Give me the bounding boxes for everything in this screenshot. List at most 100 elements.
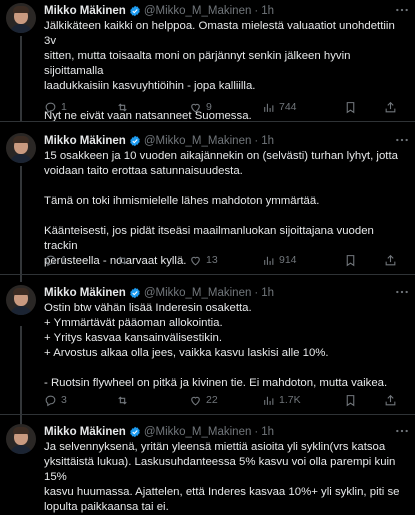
- reply-icon: [45, 102, 56, 113]
- views-icon: [264, 396, 274, 405]
- reply-count: 1: [61, 254, 67, 266]
- tweet-line: sitten, mutta toisaalta moni on pärjänny…: [44, 50, 351, 77]
- tweet-header: Mikko Mäkinen @Mikko_M_Makinen · 1h: [44, 3, 409, 19]
- tweet-divider: [0, 121, 415, 122]
- reply-button[interactable]: 1: [44, 101, 67, 114]
- bookmark-button[interactable]: [344, 254, 357, 267]
- tweet-header: Mikko Mäkinen @Mikko_M_Makinen · 1h: [44, 424, 409, 440]
- views-button[interactable]: 914: [262, 254, 297, 267]
- view-count: 744: [279, 101, 297, 113]
- tweet-actions: 1 9 744: [44, 100, 404, 114]
- more-icon[interactable]: [395, 287, 409, 297]
- tweet-line: Ostin btw vähän lisää Inderesin osaketta…: [44, 302, 252, 314]
- author-name[interactable]: Mikko Mäkinen: [44, 135, 126, 147]
- more-icon[interactable]: [395, 426, 409, 436]
- verified-badge-icon: [130, 5, 140, 17]
- views-button[interactable]: 1.7K: [262, 394, 301, 407]
- view-count: 914: [279, 254, 297, 266]
- avatar[interactable]: [6, 3, 36, 33]
- like-count: 9: [206, 101, 212, 113]
- share-button[interactable]: [384, 254, 397, 267]
- avatar[interactable]: [6, 285, 36, 315]
- author-name[interactable]: Mikko Mäkinen: [44, 287, 126, 299]
- separator-dot: ·: [254, 287, 259, 299]
- bookmark-icon: [346, 101, 355, 113]
- reply-count: 3: [61, 394, 67, 406]
- tweet-line-blank: [44, 361, 409, 376]
- tweet-line: voidaan taito erottaa satunnaisuudesta.: [44, 165, 243, 177]
- author-name[interactable]: Mikko Mäkinen: [44, 426, 126, 438]
- reply-button[interactable]: 1: [44, 254, 67, 267]
- thread-line: [20, 166, 22, 282]
- bookmark-button[interactable]: [344, 101, 357, 114]
- like-icon: [191, 103, 200, 112]
- author-handle[interactable]: @Mikko_M_Makinen: [144, 5, 252, 17]
- reply-count: 1: [61, 101, 67, 113]
- views-icon: [264, 103, 274, 112]
- tweet-line: - Ruotsin flywheel on pitkä ja kivinen t…: [44, 377, 388, 389]
- share-icon: [385, 394, 396, 405]
- tweet-line: Ja selvennyksenä, yritän yleensä miettiä…: [44, 441, 386, 453]
- timestamp[interactable]: 1h: [261, 5, 274, 17]
- tweet-line: laadukkaisiin kasvuyhtiöihin - jopa kall…: [44, 80, 256, 92]
- bookmark-button[interactable]: [344, 394, 357, 407]
- tweet-line: kasvu huumassa. Ajattelen, että Inderes …: [44, 486, 400, 498]
- more-icon[interactable]: [395, 5, 409, 15]
- author-handle[interactable]: @Mikko_M_Makinen: [144, 135, 252, 147]
- avatar[interactable]: [6, 133, 36, 163]
- views-button[interactable]: 744: [262, 101, 297, 114]
- retweet-button[interactable]: [116, 254, 129, 267]
- retweet-button[interactable]: [116, 394, 129, 407]
- share-button[interactable]: [384, 101, 397, 114]
- author-handle[interactable]: @Mikko_M_Makinen: [144, 287, 252, 299]
- reply-button[interactable]: 3: [44, 394, 67, 407]
- verified-badge-icon: [130, 135, 140, 147]
- avatar[interactable]: [6, 424, 36, 454]
- more-icon[interactable]: [395, 135, 409, 145]
- tweet-header: Mikko Mäkinen @Mikko_M_Makinen · 1h: [44, 285, 409, 301]
- views-icon: [264, 256, 274, 265]
- like-icon: [191, 256, 200, 265]
- tweet-line: Jälkikäteen kaikki on helppoa. Omasta mi…: [44, 20, 395, 47]
- retweet-icon: [118, 102, 127, 112]
- tweet-text: Ostin btw vähän lisää Inderesin osaketta…: [44, 301, 409, 391]
- tweet-line: lopulta paikkaansa tai ei.: [44, 501, 169, 513]
- author-handle[interactable]: @Mikko_M_Makinen: [144, 426, 252, 438]
- reply-icon: [45, 395, 56, 406]
- timestamp[interactable]: 1h: [261, 426, 274, 438]
- retweet-button[interactable]: [116, 101, 129, 114]
- tweet-header: Mikko Mäkinen @Mikko_M_Makinen · 1h: [44, 133, 409, 149]
- timestamp[interactable]: 1h: [261, 135, 274, 147]
- thread-line: [20, 36, 22, 122]
- like-count: 22: [206, 394, 218, 406]
- separator-dot: ·: [254, 426, 259, 438]
- bookmark-icon: [346, 254, 355, 266]
- timestamp[interactable]: 1h: [261, 287, 274, 299]
- tweet-divider: [0, 274, 415, 275]
- tweet-text: Ja selvennyksenä, yritän yleensä miettiä…: [44, 440, 409, 515]
- separator-dot: ·: [254, 135, 259, 147]
- tweet-line-blank: [44, 209, 409, 224]
- verified-badge-icon: [130, 426, 140, 438]
- tweet-line: 15 osakkeen ja 10 vuoden aikajännekin on…: [44, 150, 398, 162]
- thread-line: [20, 326, 22, 426]
- share-button[interactable]: [384, 394, 397, 407]
- tweet-line: + Yritys kasvaa kansainvälisestikin.: [44, 332, 223, 344]
- like-button[interactable]: 22: [189, 394, 218, 407]
- retweet-icon: [118, 395, 127, 405]
- like-button[interactable]: 13: [189, 254, 218, 267]
- tweet-actions: 1 13 914: [44, 253, 404, 267]
- verified-badge-icon: [130, 287, 140, 299]
- author-name[interactable]: Mikko Mäkinen: [44, 5, 126, 17]
- like-icon: [191, 396, 200, 405]
- share-icon: [385, 101, 396, 112]
- tweet-line: yksittäistä lukua). Laskusuhdanteessa 5%…: [44, 456, 396, 483]
- view-count: 1.7K: [279, 394, 301, 406]
- like-button[interactable]: 9: [189, 101, 212, 114]
- reply-icon: [45, 255, 56, 266]
- bookmark-icon: [346, 394, 355, 406]
- share-icon: [385, 254, 396, 265]
- tweet-line: Käänteisesti, jos pidät itseäsi maailman…: [44, 225, 374, 252]
- tweet-actions: 3 22 1.7K: [44, 393, 404, 407]
- like-count: 13: [206, 254, 218, 266]
